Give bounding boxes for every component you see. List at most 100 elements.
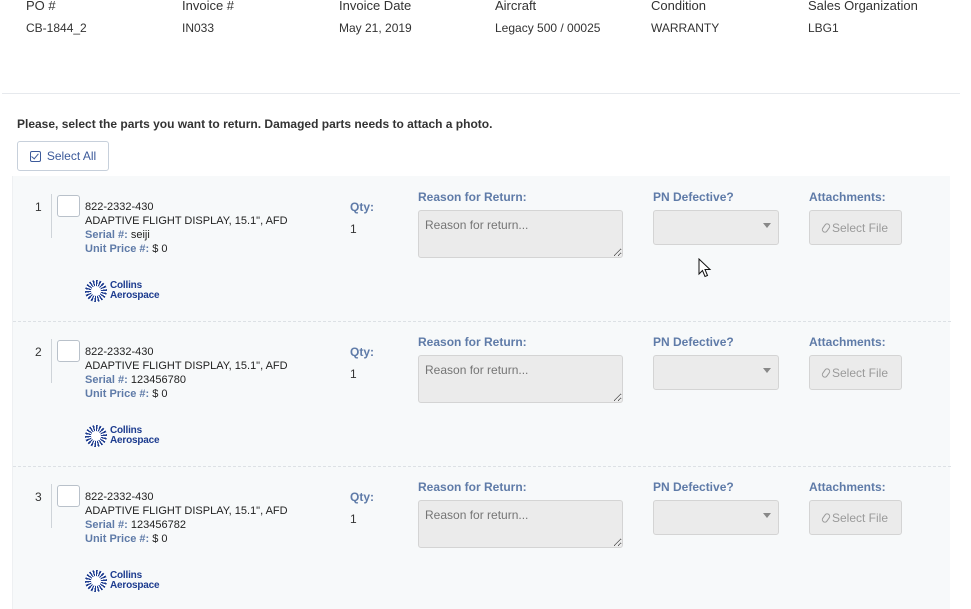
invoice-value: IN033: [182, 21, 215, 35]
caret-down-icon: [763, 223, 771, 228]
pn-defective-label: PN Defective?: [653, 190, 734, 204]
select-file-button[interactable]: Select File: [809, 500, 902, 535]
invoice-label: Invoice #: [182, 0, 235, 13]
collins-aerospace-logo: Collins Aerospace: [85, 425, 160, 447]
collins-aerospace-logo: Collins Aerospace: [85, 570, 160, 592]
qty-value: 1: [350, 222, 357, 236]
header-col-condition: Condition WARRANTY: [651, 0, 719, 35]
serial-label: Serial #:: [85, 229, 128, 241]
check-square-icon: [29, 150, 41, 162]
part-number: 822-2332-430: [85, 491, 154, 503]
part-info: 822-2332-430 ADAPTIVE FLIGHT DISPLAY, 15…: [85, 345, 295, 401]
pn-defective-label: PN Defective?: [653, 480, 734, 494]
row-divider: [51, 194, 52, 238]
list-item: 1 822-2332-430 ADAPTIVE FLIGHT DISPLAY, …: [13, 176, 951, 321]
invoice-header: PO # CB-1844_2 Invoice # IN033 Invoice D…: [2, 0, 960, 94]
part-description: ADAPTIVE FLIGHT DISPLAY, 15.1", AFD: [85, 360, 288, 372]
qty-label: Qty:: [350, 490, 374, 504]
po-value: CB-1844_2: [26, 21, 87, 35]
header-col-sales-org: Sales Organization LBG1: [808, 0, 918, 35]
part-description: ADAPTIVE FLIGHT DISPLAY, 15.1", AFD: [85, 505, 288, 517]
unit-price-value: $ 0: [152, 533, 168, 545]
pn-defective-select[interactable]: [653, 210, 779, 245]
row-divider: [51, 484, 52, 528]
row-number: 3: [35, 490, 42, 504]
part-number: 822-2332-430: [85, 201, 154, 213]
serial-value: 123456780: [130, 374, 186, 386]
select-file-label: Select File: [831, 220, 889, 235]
part-description: ADAPTIVE FLIGHT DISPLAY, 15.1", AFD: [85, 215, 288, 227]
list-item: 3 822-2332-430 ADAPTIVE FLIGHT DISPLAY, …: [13, 466, 951, 609]
header-col-invoice: Invoice # IN033: [182, 0, 234, 35]
caret-down-icon: [763, 368, 771, 373]
qty-value: 1: [350, 512, 357, 526]
instructions-text: Please, select the parts you want to ret…: [17, 117, 493, 131]
qty-label: Qty:: [350, 200, 374, 214]
sunburst-logo-icon: [85, 280, 107, 302]
select-all-label: Select All: [46, 149, 97, 163]
sales-org-value: LBG1: [808, 21, 839, 35]
row-select-checkbox[interactable]: [57, 195, 80, 217]
attachments-label: Attachments:: [809, 335, 886, 349]
reason-label: Reason for Return:: [418, 335, 527, 349]
select-file-label: Select File: [831, 510, 889, 525]
pn-defective-select[interactable]: [653, 355, 779, 390]
paperclip-icon: [820, 221, 832, 234]
pn-defective-label: PN Defective?: [653, 335, 734, 349]
unit-price-label: Unit Price #:: [85, 243, 150, 255]
part-info: 822-2332-430 ADAPTIVE FLIGHT DISPLAY, 15…: [85, 490, 295, 546]
paperclip-icon: [820, 511, 832, 524]
reason-label: Reason for Return:: [418, 190, 527, 204]
select-file-button[interactable]: Select File: [809, 210, 902, 245]
brand-line2: Aerospace: [110, 290, 160, 301]
header-col-po: PO # CB-1844_2: [26, 0, 87, 35]
row-select-checkbox[interactable]: [57, 485, 80, 507]
row-number: 1: [35, 200, 42, 214]
attachments-label: Attachments:: [809, 480, 886, 494]
serial-label: Serial #:: [85, 374, 128, 386]
aircraft-label: Aircraft: [495, 0, 537, 13]
brand-line2: Aerospace: [110, 435, 160, 446]
caret-down-icon: [763, 513, 771, 518]
serial-label: Serial #:: [85, 519, 128, 531]
collins-aerospace-logo: Collins Aerospace: [85, 280, 160, 302]
invoice-date-value: May 21, 2019: [339, 21, 412, 35]
condition-label: Condition: [651, 0, 706, 13]
parts-list: 1 822-2332-430 ADAPTIVE FLIGHT DISPLAY, …: [12, 176, 951, 609]
row-select-checkbox[interactable]: [57, 340, 80, 362]
brand-line2: Aerospace: [110, 580, 160, 591]
unit-price-value: $ 0: [152, 243, 168, 255]
paperclip-icon: [820, 366, 832, 379]
unit-price-label: Unit Price #:: [85, 388, 150, 400]
sunburst-logo-icon: [85, 570, 107, 592]
qty-label: Qty:: [350, 345, 374, 359]
serial-value: 123456782: [130, 519, 186, 531]
part-number: 822-2332-430: [85, 346, 154, 358]
list-item: 2 822-2332-430 ADAPTIVE FLIGHT DISPLAY, …: [13, 321, 951, 466]
condition-value: WARRANTY: [651, 21, 720, 35]
aircraft-value: Legacy 500 / 00025: [495, 21, 601, 35]
select-all-button[interactable]: Select All: [17, 141, 109, 171]
unit-price-value: $ 0: [152, 388, 168, 400]
reason-textarea[interactable]: [418, 210, 623, 258]
header-col-aircraft: Aircraft Legacy 500 / 00025: [495, 0, 600, 35]
reason-textarea[interactable]: [418, 500, 623, 548]
part-info: 822-2332-430 ADAPTIVE FLIGHT DISPLAY, 15…: [85, 200, 295, 256]
reason-label: Reason for Return:: [418, 480, 527, 494]
sunburst-logo-icon: [85, 425, 107, 447]
select-file-label: Select File: [831, 365, 889, 380]
po-label: PO #: [26, 0, 56, 13]
select-file-button[interactable]: Select File: [809, 355, 902, 390]
serial-value: seiji: [130, 229, 150, 241]
sales-org-label: Sales Organization: [808, 0, 918, 13]
pn-defective-select[interactable]: [653, 500, 779, 535]
row-divider: [51, 339, 52, 383]
qty-value: 1: [350, 367, 357, 381]
attachments-label: Attachments:: [809, 190, 886, 204]
invoice-date-label: Invoice Date: [339, 0, 412, 13]
header-col-invoice-date: Invoice Date May 21, 2019: [339, 0, 412, 35]
mouse-pointer-icon: [698, 258, 712, 278]
unit-price-label: Unit Price #:: [85, 533, 150, 545]
row-number: 2: [35, 345, 42, 359]
reason-textarea[interactable]: [418, 355, 623, 403]
